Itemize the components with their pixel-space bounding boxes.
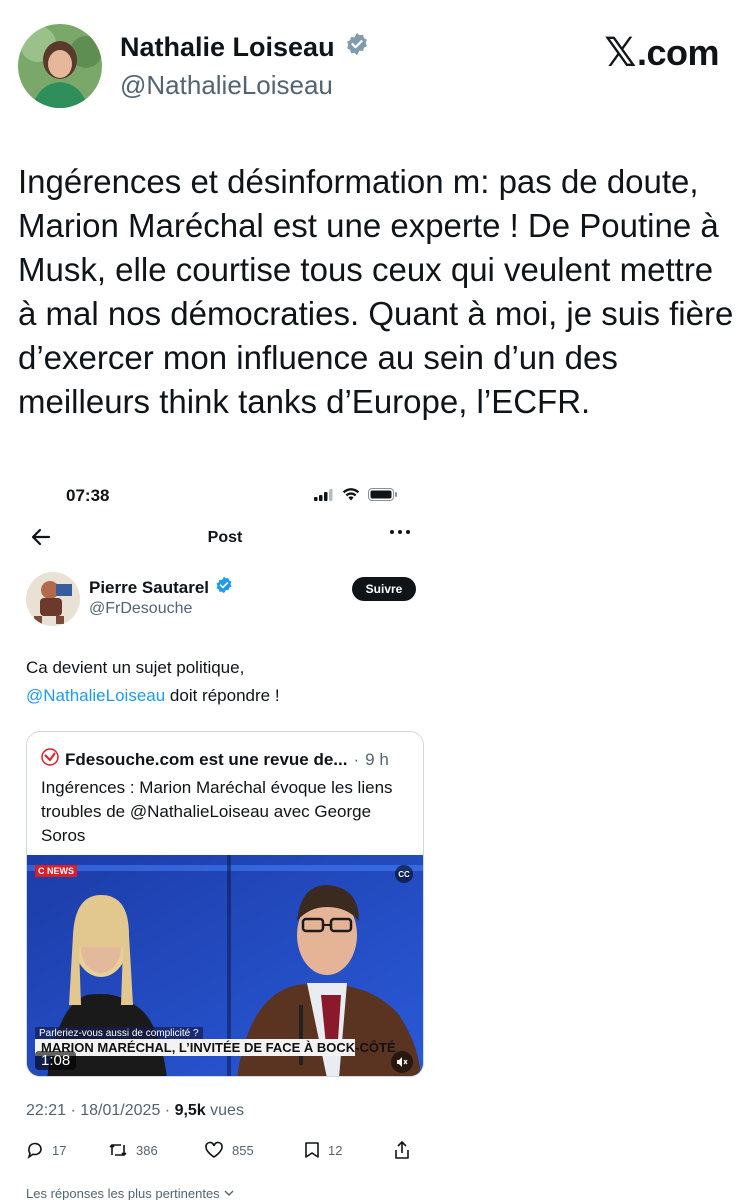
bookmark-count: 12 <box>328 1142 343 1158</box>
author-name-text: Nathalie Loiseau <box>120 32 335 62</box>
wifi-icon <box>342 488 360 501</box>
like-button[interactable]: 855 <box>204 1141 304 1159</box>
captions-icon[interactable]: CC <box>395 865 413 883</box>
mute-icon[interactable] <box>391 1051 413 1073</box>
card-source: Fdesouche.com est une revue de... <box>65 749 348 769</box>
battery-icon <box>368 488 397 501</box>
quoted-card[interactable]: Fdesouche.com est une revue de... · 9 h … <box>26 731 424 1077</box>
replies-sort-label: Les réponses les plus pertinentes <box>26 1186 220 1200</box>
views-count: 9,5k <box>174 1102 206 1119</box>
bookmark-icon <box>304 1141 320 1159</box>
tweet-text: Ingérences et désinformation m: pas de d… <box>18 163 734 420</box>
status-time: 07:38 <box>66 486 110 505</box>
follow-button[interactable]: Suivre <box>352 577 416 601</box>
chevron-down-icon <box>223 1186 235 1200</box>
more-dots-icon[interactable] <box>388 522 412 548</box>
signal-icon <box>314 488 333 501</box>
replies-sort-dropdown[interactable]: Les réponses les plus pertinentes <box>26 1186 235 1200</box>
card-body-text: Ingérences : Marion Maréchal évoque les … <box>41 778 393 845</box>
inner-text-line1: Ca devient un sujet politique, <box>26 658 245 677</box>
video-duration: 1:08 <box>35 1051 77 1070</box>
repost-icon <box>108 1141 128 1159</box>
video-caption: MARION MARÉCHAL, L’INVITÉE DE FACE À BOC… <box>35 1039 396 1056</box>
post-title: Post <box>207 529 243 546</box>
bookmark-button[interactable]: 12 <box>304 1141 394 1159</box>
views-label: vues <box>205 1102 244 1119</box>
mention-link[interactable]: @NathalieLoiseau <box>26 686 165 705</box>
share-button[interactable] <box>394 1140 410 1160</box>
reply-icon <box>26 1141 44 1159</box>
action-bar: 17 386 855 12 <box>26 1140 426 1160</box>
card-age: 9 h <box>365 749 389 769</box>
repost-button[interactable]: 386 <box>108 1141 204 1159</box>
inner-author-handle[interactable]: @FrDesouche <box>89 600 192 618</box>
post-meta: 22:21 · 18/01/2025 · 9,5k vues <box>26 1102 244 1120</box>
inner-post-text: Ca devient un sujet politique, @Nathalie… <box>26 654 426 710</box>
channel-logo: C NEWS <box>35 865 77 877</box>
heart-icon <box>204 1141 224 1159</box>
author-avatar[interactable] <box>18 24 102 108</box>
video-player[interactable]: C NEWS CC Parleriez-vous aussi de compli… <box>27 855 423 1076</box>
verified-badge-icon <box>345 32 369 63</box>
inner-text-line2-rest: doit répondre ! <box>165 686 280 705</box>
verified-badge-icon <box>215 576 233 599</box>
post-top-bar: Post <box>0 522 440 558</box>
inner-text-line2: @NathalieLoiseau doit répondre ! <box>26 682 426 710</box>
card-header: Fdesouche.com est une revue de... · 9 h <box>41 748 389 771</box>
post-timestamp[interactable]: 22:21 · 18/01/2025 · <box>26 1102 175 1119</box>
x-logo-icon: 𝕏 <box>604 31 636 75</box>
inner-author-name-text: Pierre Sautarel <box>89 577 210 597</box>
author-name[interactable]: Nathalie Loiseau <box>120 32 369 63</box>
status-icons <box>314 488 398 501</box>
card-dot: · <box>353 749 360 769</box>
embedded-screenshot: 07:38 Post Pierre Sautarel @FrDesouche S… <box>0 470 440 1200</box>
reply-count: 17 <box>52 1142 67 1158</box>
source-avatar-icon <box>41 748 59 771</box>
inner-author-name[interactable]: Pierre Sautarel <box>89 576 233 599</box>
brand-suffix: .com <box>636 32 720 73</box>
like-count: 855 <box>232 1142 254 1158</box>
reply-button[interactable]: 17 <box>26 1141 108 1159</box>
repost-count: 386 <box>136 1142 158 1158</box>
share-icon <box>394 1140 410 1160</box>
inner-author-avatar[interactable] <box>26 572 80 626</box>
author-handle[interactable]: @NathalieLoiseau <box>120 70 333 101</box>
x-brand-logo: 𝕏 .com <box>604 30 719 76</box>
